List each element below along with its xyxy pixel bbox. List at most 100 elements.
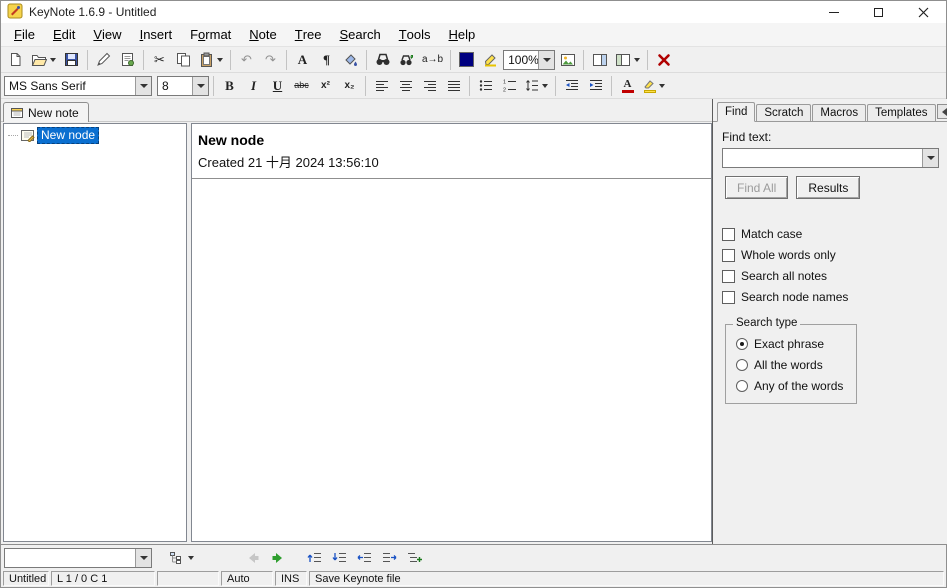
search-type-radio[interactable]: Any of the words (736, 379, 848, 393)
main-area: New note New node New node Created 21 十月… (1, 99, 946, 544)
move-node-left-button[interactable] (353, 547, 376, 569)
menu-edit[interactable]: Edit (44, 23, 84, 46)
font-dropdown-button[interactable] (135, 77, 151, 95)
cut-button[interactable]: ✂ (148, 49, 171, 71)
underline-button[interactable]: U (266, 75, 289, 97)
strikethrough-button[interactable]: abc (290, 75, 313, 97)
align-justify-button[interactable] (442, 75, 465, 97)
find-next-button[interactable] (395, 49, 418, 71)
outdent-button[interactable] (560, 75, 583, 97)
editor-panel[interactable]: New node Created 21 十月 2024 13:56:10 (191, 123, 712, 542)
save-file-button[interactable] (60, 49, 83, 71)
open-file-button[interactable] (28, 49, 59, 71)
undo-button[interactable]: ↶ (235, 49, 258, 71)
bold-button[interactable]: B (218, 75, 241, 97)
zoom-value[interactable]: 100% (504, 53, 538, 67)
redo-button[interactable]: ↷ (259, 49, 282, 71)
menu-help[interactable]: Help (440, 23, 485, 46)
bullet-list-icon (479, 79, 493, 92)
background-color-button[interactable] (339, 49, 362, 71)
file-properties-button[interactable] (116, 49, 139, 71)
results-button[interactable]: Results (796, 176, 860, 199)
file-manager-button[interactable] (92, 49, 115, 71)
align-left-button[interactable] (370, 75, 393, 97)
italic-button[interactable]: I (242, 75, 265, 97)
editor-node-title[interactable]: New node (198, 132, 705, 148)
move-node-up-button[interactable] (303, 547, 326, 569)
search-type-radio[interactable]: Exact phrase (736, 337, 848, 351)
paragraph-dialog-button[interactable]: ¶ (315, 49, 338, 71)
history-back-button[interactable] (241, 547, 264, 569)
underline-icon: U (273, 79, 282, 92)
editor-created-line[interactable]: Created 21 十月 2024 13:56:10 (198, 152, 705, 171)
menu-view[interactable]: View (84, 23, 130, 46)
note-tab-label: New note (28, 106, 79, 120)
zoom-dropdown-button[interactable] (538, 51, 554, 69)
menu-note[interactable]: Note (240, 23, 285, 46)
new-child-node-button[interactable] (403, 547, 426, 569)
menu-tree[interactable]: Tree (286, 23, 331, 46)
maximize-button[interactable] (856, 1, 901, 23)
tree-panel-button[interactable] (612, 49, 643, 71)
menu-insert[interactable]: Insert (131, 23, 182, 46)
tab-templates[interactable]: Templates (867, 104, 935, 121)
tab-templates-label: Templates (875, 107, 927, 119)
search-node-names-checkbox[interactable]: Search node names (722, 290, 939, 304)
picture-icon (560, 53, 576, 67)
search-all-notes-checkbox[interactable]: Search all notes (722, 269, 939, 283)
highlight-button[interactable] (479, 49, 502, 71)
node-jump-dropdown-button[interactable] (135, 549, 151, 567)
images-toggle-button[interactable] (556, 49, 579, 71)
status-hint: Save Keynote file (309, 571, 944, 586)
tab-scratch[interactable]: Scratch (756, 104, 811, 121)
tab-scroll-left-button[interactable] (937, 104, 947, 119)
font-size-value[interactable]: 8 (158, 79, 192, 93)
menu-search[interactable]: Search (331, 23, 390, 46)
tab-macros[interactable]: Macros (812, 104, 866, 121)
bullet-list-button[interactable] (474, 75, 497, 97)
move-node-down-button[interactable] (328, 547, 351, 569)
subscript-button[interactable]: x₂ (338, 75, 361, 97)
close-button[interactable] (901, 1, 946, 23)
editor-body[interactable] (192, 179, 711, 541)
history-forward-button[interactable] (266, 547, 289, 569)
font-size-dropdown-button[interactable] (192, 77, 208, 95)
font-name-value[interactable]: MS Sans Serif (5, 79, 135, 93)
resource-panel-button[interactable] (588, 49, 611, 71)
statusbar: Untitled L 1 / 0 C 1 Auto INS Save Keyno… (1, 570, 946, 587)
highlight-color-button[interactable] (640, 75, 668, 97)
menu-format[interactable]: Format (181, 23, 240, 46)
superscript-button[interactable]: x² (314, 75, 337, 97)
menu-file[interactable]: File (5, 23, 44, 46)
find-text-dropdown-button[interactable] (922, 149, 938, 167)
align-center-button[interactable] (394, 75, 417, 97)
indent-button[interactable] (584, 75, 607, 97)
font-color-button[interactable]: A (616, 75, 639, 97)
paste-button[interactable] (196, 49, 226, 71)
whole-words-checkbox[interactable]: Whole words only (722, 248, 939, 262)
find-all-button[interactable]: Find All (725, 176, 788, 199)
new-file-button[interactable] (4, 49, 27, 71)
find-button[interactable] (371, 49, 394, 71)
note-tab-new-note[interactable]: New note (3, 102, 89, 122)
line-spacing-button[interactable] (522, 75, 551, 97)
font-dialog-button[interactable]: A (291, 49, 314, 71)
quit-button[interactable] (652, 49, 675, 71)
minimize-button[interactable] (811, 1, 856, 23)
pen-icon (96, 52, 111, 67)
search-type-radio[interactable]: All the words (736, 358, 848, 372)
tree-panel[interactable]: New node (3, 123, 187, 542)
match-case-checkbox[interactable]: Match case (722, 227, 939, 241)
move-node-right-button[interactable] (378, 547, 401, 569)
tree-display-button[interactable] (166, 547, 197, 569)
menu-tools[interactable]: Tools (390, 23, 440, 46)
binoculars-next-icon (399, 52, 415, 67)
color-swatch-button[interactable] (455, 49, 478, 71)
tree-node-new-node[interactable]: New node (8, 126, 186, 144)
tab-find[interactable]: Find (717, 102, 755, 122)
numbered-list-button[interactable]: 12 (498, 75, 521, 97)
align-right-button[interactable] (418, 75, 441, 97)
copy-button[interactable] (172, 49, 195, 71)
replace-button[interactable]: a→b (419, 49, 446, 71)
resource-panel: Find Scratch Macros Templates Find text:… (712, 99, 947, 544)
